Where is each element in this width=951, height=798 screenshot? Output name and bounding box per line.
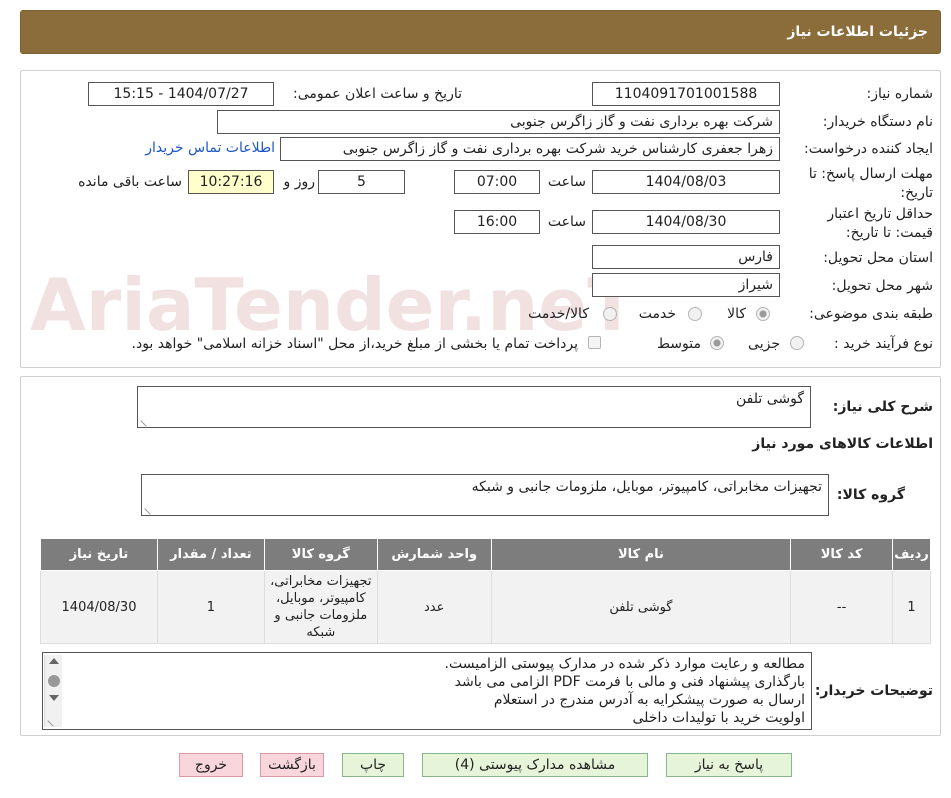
scroll-up-icon[interactable] <box>49 658 59 664</box>
province-label: استان محل تحویل: <box>823 250 933 266</box>
deadline-time-field: 07:00 <box>454 170 540 194</box>
exit-button[interactable]: خروج <box>179 753 243 777</box>
process-option-medium: متوسط <box>657 336 701 352</box>
col-code: کد کالا <box>790 538 894 571</box>
validity-date-field: 1404/08/30 <box>592 210 780 234</box>
category-label: طبقه بندی موضوعی: <box>809 306 933 322</box>
resize-grip-icon[interactable] <box>140 415 152 427</box>
remaining-label: ساعت باقی مانده <box>78 174 182 190</box>
announce-datetime-field: 1404/07/27 - 15:15 <box>88 82 274 106</box>
category-radio-goods[interactable] <box>756 307 770 321</box>
buyer-notes-label: توضیحات خریدار: <box>814 683 933 699</box>
deadline-label-line1: مهلت ارسال پاسخ: تا <box>808 166 933 182</box>
cell-date: 1404/08/30 <box>40 570 158 644</box>
validity-time-label: ساعت <box>547 214 586 230</box>
view-attachments-button[interactable]: مشاهده مدارک پیوستی (4) <box>422 753 648 777</box>
scroll-down-icon[interactable] <box>49 695 59 701</box>
page-header: جزئیات اطلاعات نیاز <box>20 10 941 54</box>
buyer-org-field: شرکت بهره برداری نفت و گاز زاگرس جنوبی <box>217 110 780 134</box>
deadline-label-line2: تاریخ: <box>900 185 933 201</box>
deadline-date-field: 1404/08/03 <box>592 170 780 194</box>
category-option-goods: کالا <box>727 306 746 322</box>
goods-group-textarea[interactable]: تجهیزات مخابراتی، کامپیوتر، موبایل، ملزو… <box>141 474 829 516</box>
goods-group-text: تجهیزات مخابراتی، کامپیوتر، موبایل، ملزو… <box>471 479 822 495</box>
col-name: نام کالا <box>490 538 792 571</box>
buyer-contact-link[interactable]: اطلاعات تماس خریدار <box>145 140 275 156</box>
resize-grip-icon[interactable] <box>144 503 156 515</box>
col-row: ردیف <box>892 538 931 571</box>
validity-label-line2: قیمت: تا تاریخ: <box>845 225 933 241</box>
city-label: شهر محل تحویل: <box>831 278 933 294</box>
category-radio-service[interactable] <box>688 307 702 321</box>
cell-group: تجهیزات مخابراتی، کامپیوتر، موبایل، ملزو… <box>263 570 378 644</box>
general-desc-textarea[interactable]: گوشی تلفن <box>137 386 811 428</box>
cell-code: -- <box>790 570 894 644</box>
buyer-notes-scrollbar[interactable] <box>44 655 62 727</box>
announce-label: تاریخ و ساعت اعلان عمومی: <box>293 86 462 102</box>
need-number-field: 1104091701001588 <box>592 82 780 106</box>
process-label: نوع فرآیند خرید : <box>834 336 933 352</box>
col-date: تاریخ نیاز <box>40 538 158 571</box>
table-row: 1 -- گوشی تلفن عدد تجهیزات مخابراتی، کام… <box>40 570 931 644</box>
buyer-org-label: نام دستگاه خریدار: <box>822 114 933 130</box>
buyer-note-line: اولویت خرید با تولیدات داخلی <box>632 710 806 726</box>
goods-group-label: گروه کالا: <box>836 487 905 503</box>
treasury-payment-note: پرداخت تمام یا بخشی از مبلغ خرید،از محل … <box>131 336 578 352</box>
back-button[interactable]: بازگشت <box>260 753 324 777</box>
creator-field: زهرا جعفری کارشناس خرید شرکت بهره برداری… <box>280 137 780 161</box>
buyer-notes-textarea[interactable]: مطالعه و رعایت موارد ذکر شده در مدارک پی… <box>42 652 812 730</box>
process-option-partial: جزیی <box>748 336 780 352</box>
treasury-payment-checkbox[interactable] <box>588 336 601 349</box>
cell-name: گوشی تلفن <box>490 570 792 644</box>
resize-grip-icon[interactable] <box>47 715 59 727</box>
col-qty: تعداد / مقدار <box>157 538 265 571</box>
need-number-label: شماره نیاز: <box>866 86 934 102</box>
remaining-days-field: 5 <box>318 170 405 194</box>
col-group: گروه کالا <box>263 538 378 571</box>
buyer-note-line: بارگذاری پیشنهاد فنی و مالی با فرمت PDF … <box>454 674 805 690</box>
process-radio-partial[interactable] <box>790 336 804 350</box>
page-title: جزئیات اطلاعات نیاز <box>787 24 928 40</box>
days-label: روز و <box>283 174 316 190</box>
items-table-header: ردیف کد کالا نام کالا واحد شمارش گروه کا… <box>40 538 931 571</box>
category-radio-goods-service[interactable] <box>603 307 617 321</box>
col-unit: واحد شمارش <box>376 538 492 571</box>
creator-label: ایجاد کننده درخواست: <box>804 141 933 157</box>
cell-qty: 1 <box>157 570 265 644</box>
process-radio-medium[interactable] <box>710 336 724 350</box>
general-desc-text: گوشی تلفن <box>735 391 804 407</box>
remaining-time-field: 10:27:16 <box>188 170 274 194</box>
category-option-goods-service: کالا/خدمت <box>528 306 589 322</box>
validity-time-field: 16:00 <box>454 210 540 234</box>
print-button[interactable]: چاپ <box>342 753 404 777</box>
items-table: ردیف کد کالا نام کالا واحد شمارش گروه کا… <box>40 538 931 644</box>
validity-label-line1: حداقل تاریخ اعتبار <box>827 206 933 222</box>
general-desc-label: شرح کلی نیاز: <box>832 399 933 415</box>
category-option-service: خدمت <box>638 306 676 322</box>
deadline-time-label: ساعت <box>547 174 586 190</box>
buyer-note-line: ارسال به صورت پیشکرایه به آدرس مندرج در … <box>493 692 805 708</box>
buyer-note-line: مطالعه و رعایت موارد ذکر شده در مدارک پی… <box>444 656 805 672</box>
cell-unit: عدد <box>376 570 492 644</box>
scroll-thumb[interactable] <box>48 675 60 687</box>
city-field: شیراز <box>592 273 780 297</box>
province-field: فارس <box>592 245 780 269</box>
reply-to-need-button[interactable]: پاسخ به نیاز <box>666 753 792 777</box>
goods-info-title: اطلاعات کالاهای مورد نیاز <box>752 436 933 452</box>
cell-row: 1 <box>892 570 931 644</box>
